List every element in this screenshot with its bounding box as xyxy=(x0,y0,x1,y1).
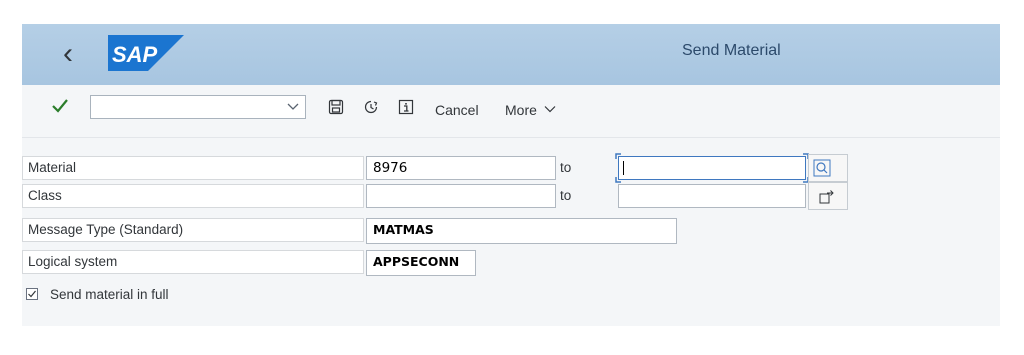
arrow-out-icon xyxy=(819,190,834,204)
more-button[interactable]: More xyxy=(505,102,556,118)
selection-screen: Material 8976 to Class to Message Type (… xyxy=(22,138,1000,326)
sap-logo-text: SAP xyxy=(112,42,158,67)
send-in-full-checkbox[interactable] xyxy=(26,288,38,300)
shell-header: ‹ SAP Send Material xyxy=(22,24,1000,85)
chevron-down-icon[interactable] xyxy=(287,102,299,112)
cancel-button[interactable]: Cancel xyxy=(435,102,479,118)
logical-system-input[interactable]: APPSECONN xyxy=(366,250,476,276)
chevron-down-icon xyxy=(544,106,556,113)
multiple-selection-button[interactable] xyxy=(808,154,848,182)
material-label: Material xyxy=(22,156,364,180)
message-type-input[interactable]: MATMAS xyxy=(366,218,677,244)
command-field[interactable] xyxy=(90,95,306,119)
app-frame: ‹ SAP Send Material Cancel More Material… xyxy=(22,24,1000,326)
material-row: Material 8976 to xyxy=(22,153,1000,183)
class-to-input[interactable] xyxy=(618,184,806,208)
material-to-label: to xyxy=(560,160,572,175)
save-icon[interactable] xyxy=(328,99,344,115)
enter-check-icon[interactable] xyxy=(51,97,69,115)
back-button[interactable]: ‹ xyxy=(56,37,80,71)
search-icon xyxy=(813,159,831,177)
sap-logo: SAP xyxy=(108,35,184,71)
class-label: Class xyxy=(22,184,364,208)
execute-clock-icon[interactable] xyxy=(363,99,379,115)
message-type-label: Message Type (Standard) xyxy=(22,218,364,242)
class-from-input[interactable] xyxy=(366,184,556,208)
info-icon[interactable] xyxy=(398,99,414,115)
focus-corners xyxy=(615,153,809,183)
class-multiple-selection-button[interactable] xyxy=(808,182,848,210)
page-title: Send Material xyxy=(682,42,781,59)
logical-system-row: Logical system APPSECONN xyxy=(22,250,1000,276)
message-type-row: Message Type (Standard) MATMAS xyxy=(22,218,1000,244)
chevron-left-icon: ‹ xyxy=(63,37,73,70)
send-in-full-label: Send material in full xyxy=(50,287,169,302)
toolbar: Cancel More xyxy=(22,85,1000,137)
logical-system-label: Logical system xyxy=(22,250,364,274)
material-from-input[interactable]: 8976 xyxy=(366,156,556,180)
class-row: Class to xyxy=(22,182,1000,210)
checkmark-icon xyxy=(28,290,36,298)
more-label: More xyxy=(505,102,537,118)
send-in-full-row: Send material in full xyxy=(22,287,1000,305)
class-to-label: to xyxy=(560,188,572,203)
